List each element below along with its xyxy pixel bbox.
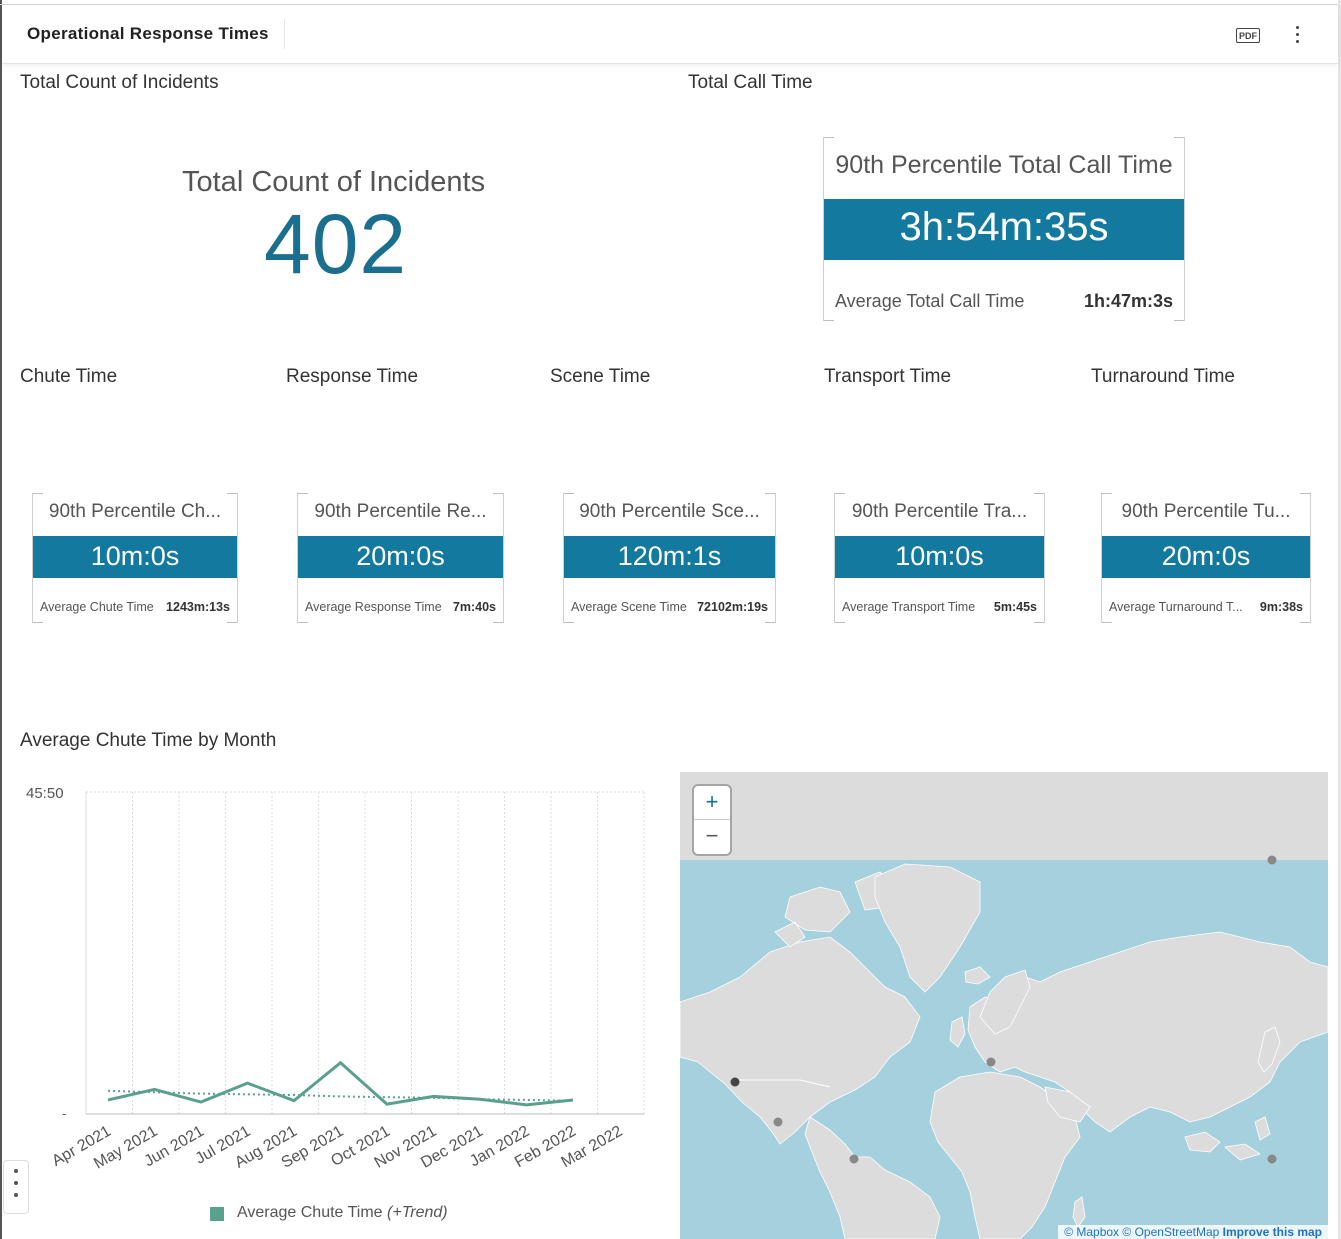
section-title-chart: Average Chute Time by Month xyxy=(20,730,277,751)
osm-link[interactable]: © OpenStreetMap xyxy=(1122,1225,1219,1239)
header-divider xyxy=(284,19,285,49)
transport-time-card: 90th Percentile Tra... 10m:0s Average Tr… xyxy=(834,493,1045,623)
scene-time-card: 90th Percentile Sce... 120m:1s Average S… xyxy=(563,493,776,623)
card-foot-value: 72102m:19s xyxy=(697,600,768,614)
incident-map[interactable]: + − © Mapbox © OpenStreetMap Improve thi… xyxy=(680,772,1328,1239)
section-title-chute: Chute Time xyxy=(20,366,118,387)
section-title-response: Response Time xyxy=(286,366,419,387)
mapbox-link[interactable]: © Mapbox xyxy=(1064,1225,1119,1239)
map-marker[interactable] xyxy=(849,1154,859,1164)
card-value: 10m:0s xyxy=(835,536,1044,578)
card-value: 20m:0s xyxy=(1102,536,1310,578)
card-head: 90th Percentile Total Call Time xyxy=(835,151,1173,179)
card-head: 90th Percentile Sce... xyxy=(579,501,760,522)
card-foot-value: 1243m:13s xyxy=(166,600,230,614)
card-head: 90th Percentile Re... xyxy=(314,501,487,522)
card-head: 90th Percentile Tra... xyxy=(851,501,1028,522)
legend-label: Average Chute Time (+Trend) xyxy=(237,1204,448,1221)
y-tick-label: - xyxy=(62,1106,66,1121)
section-title-scene: Scene Time xyxy=(550,366,651,387)
dashboard-header: Operational Response Times PDF xyxy=(2,5,1338,64)
chute-time-line-chart: 45:50-Apr 2021May 2021Jun 2021Jul 2021Au… xyxy=(26,785,645,1173)
section-title-transport: Transport Time xyxy=(824,366,952,387)
card-value: 10m:0s xyxy=(33,536,237,578)
pdf-export-icon[interactable]: PDF xyxy=(1236,28,1260,43)
card-foot-label: Average Chute Time xyxy=(40,600,154,614)
card-foot-label: Average Total Call Time xyxy=(835,291,1025,311)
card-head: 90th Percentile Ch... xyxy=(48,501,222,522)
series-line xyxy=(107,1060,574,1107)
map-marker[interactable] xyxy=(986,1057,996,1067)
map-marker[interactable] xyxy=(773,1117,783,1127)
chute-time-card: 90th Percentile Ch... 10m:0s Average Chu… xyxy=(32,493,238,623)
card-value: 3h:54m:35s xyxy=(824,199,1184,260)
card-foot-label: Average Response Time xyxy=(305,600,442,614)
more-options-icon[interactable] xyxy=(1292,26,1302,46)
map-marker[interactable] xyxy=(730,1077,740,1087)
card-value: 120m:1s xyxy=(564,536,775,578)
improve-map-link[interactable]: Improve this map xyxy=(1223,1225,1322,1239)
call-time-card: 90th Percentile Total Call Time 3h:54m:3… xyxy=(823,137,1185,321)
map-marker[interactable] xyxy=(1267,1154,1277,1164)
page-title: Operational Response Times xyxy=(27,24,269,43)
map-zoom-control: + − xyxy=(694,786,730,854)
section-title-turnaround: Turnaround Time xyxy=(1091,366,1235,387)
world-map xyxy=(680,772,1328,1239)
map-marker[interactable] xyxy=(1267,855,1277,865)
map-attribution: © Mapbox © OpenStreetMap Improve this ma… xyxy=(1058,1225,1328,1239)
zoom-in-button[interactable]: + xyxy=(694,786,730,820)
incidents-kpi-label: Total Count of Incidents xyxy=(182,166,486,198)
incidents-kpi-value: 402 xyxy=(264,197,408,291)
response-time-card: 90th Percentile Re... 20m:0s Average Res… xyxy=(297,493,504,623)
card-foot-label: Average Scene Time xyxy=(571,600,687,614)
card-value: 20m:0s xyxy=(298,536,503,578)
card-head: 90th Percentile Tu... xyxy=(1121,501,1291,522)
card-foot-value: 5m:45s xyxy=(993,600,1037,614)
turnaround-time-card: 90th Percentile Tu... 20m:0s Average Tur… xyxy=(1101,493,1311,623)
card-foot-value: 1h:47m:3s xyxy=(1083,291,1173,311)
card-foot-value: 9m:38s xyxy=(1259,600,1303,614)
frame-left-edge xyxy=(0,0,2,1239)
section-title-incidents: Total Count of Incidents xyxy=(20,72,219,93)
card-foot-label: Average Turnaround T... xyxy=(1109,600,1243,614)
card-foot-value: 7m:40s xyxy=(452,600,496,614)
side-menu-handle[interactable] xyxy=(3,1160,29,1214)
section-title-call-time: Total Call Time xyxy=(688,72,813,93)
card-foot-label: Average Transport Time xyxy=(842,600,976,614)
legend-swatch xyxy=(210,1207,224,1221)
zoom-out-button[interactable]: − xyxy=(694,820,730,853)
y-tick-label: 45:50 xyxy=(26,785,64,802)
map-polar-area xyxy=(680,772,1328,860)
